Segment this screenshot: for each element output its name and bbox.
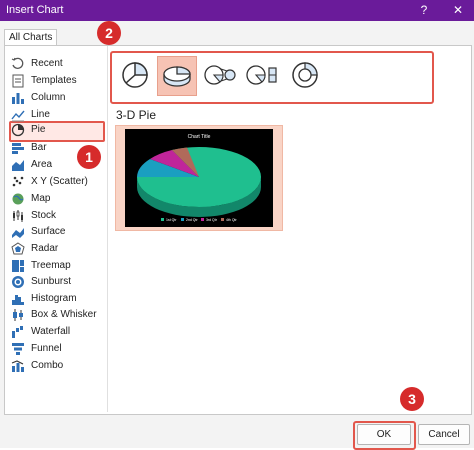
- sidebar-item-label: Funnel: [31, 343, 62, 354]
- sidebar-item-label: Box & Whisker: [31, 309, 97, 320]
- close-button[interactable]: ✕: [448, 2, 468, 19]
- funnel-chart-icon: [12, 343, 24, 355]
- subtype-3d-pie-button[interactable]: [157, 56, 197, 96]
- chart-preview[interactable]: Chart Title 1st Qtr 2nd Qtr 3rd Qtr 4th …: [115, 125, 283, 231]
- bar-chart-icon: [12, 143, 24, 154]
- sunburst-chart-icon: [12, 276, 24, 288]
- treemap-chart-icon: [12, 260, 24, 272]
- column-chart-icon: [12, 93, 24, 104]
- cancel-button[interactable]: Cancel: [418, 424, 470, 445]
- sidebar-item-funnel[interactable]: Funnel: [7, 341, 99, 357]
- legend-label: 4th Qtr: [226, 218, 238, 222]
- sidebar-item-label: Map: [31, 193, 51, 204]
- sidebar-item-treemap[interactable]: Treemap: [7, 258, 99, 274]
- legend-swatch: [221, 218, 224, 221]
- section-title: 3-D Pie: [116, 108, 157, 122]
- sidebar-item-waterfall[interactable]: Waterfall: [7, 324, 99, 340]
- legend-label: 3rd Qtr: [206, 218, 218, 222]
- histogram-chart-icon: [12, 295, 24, 305]
- sidebar-item-histogram[interactable]: Histogram: [7, 291, 99, 307]
- surface-chart-icon: [12, 228, 24, 238]
- sidebar-item-surface[interactable]: Surface: [7, 224, 99, 240]
- map-chart-icon: [12, 193, 24, 205]
- sidebar-item-label: Histogram: [31, 293, 77, 304]
- sidebar-item-label: Column: [31, 92, 66, 103]
- radar-chart-icon: [11, 242, 25, 255]
- legend-label: 1st Qtr: [166, 218, 177, 222]
- sidebar-item-stock[interactable]: Stock: [7, 208, 99, 224]
- step-badge-1: 1: [77, 145, 101, 169]
- sidebar-item-label: X Y (Scatter): [31, 176, 88, 187]
- stock-chart-icon: [13, 210, 23, 222]
- sidebar-item-label: Line: [31, 109, 50, 120]
- pie-of-pie-icon: [204, 65, 236, 85]
- sidebar-item-label: Area: [31, 159, 53, 170]
- step-badge-3: 3: [400, 387, 424, 411]
- box-whisker-chart-icon: [13, 309, 23, 321]
- step-badge-2: 2: [97, 21, 121, 45]
- area-chart-icon: [12, 160, 24, 171]
- sidebar-item-radar[interactable]: Radar: [7, 241, 99, 257]
- sidebar-item-label: Stock: [31, 210, 57, 221]
- pie-chart-icon: [11, 123, 25, 137]
- sidebar-item-label: Waterfall: [31, 326, 71, 337]
- sidebar-item-label: Templates: [31, 75, 77, 86]
- sidebar-item-label: Treemap: [31, 260, 71, 271]
- line-chart-icon: [11, 110, 25, 122]
- tab-all-charts[interactable]: All Charts: [4, 29, 58, 46]
- sidebar-item-map[interactable]: Map: [7, 191, 99, 207]
- legend-swatch: [161, 218, 164, 221]
- sidebar-item-label: Surface: [31, 226, 66, 237]
- subtype-pie-of-pie-button[interactable]: [201, 56, 239, 94]
- preview-chart-title: Chart Title: [188, 134, 211, 140]
- 3d-pie-icon: [163, 66, 191, 87]
- sidebar-item-recent[interactable]: Recent: [7, 56, 99, 72]
- bar-of-pie-icon: [246, 65, 277, 85]
- sidebar-item-line[interactable]: Line: [7, 107, 99, 123]
- sidebar-item-combo[interactable]: Combo: [7, 358, 99, 374]
- ok-button[interactable]: OK: [357, 424, 411, 445]
- sidebar-item-label: Sunburst: [31, 276, 72, 287]
- legend-label: 2nd Qtr: [186, 218, 199, 222]
- preview-chart: Chart Title 1st Qtr 2nd Qtr 3rd Qtr 4th …: [125, 129, 273, 227]
- sidebar-item-templates[interactable]: Templates: [7, 73, 99, 89]
- window-title: Insert Chart: [6, 4, 64, 16]
- legend-swatch: [201, 218, 204, 221]
- sidebar-item-pie[interactable]: Pie: [7, 122, 99, 138]
- doughnut-icon: [292, 62, 318, 88]
- pie-icon: [122, 62, 148, 88]
- recent-icon: [11, 57, 24, 69]
- help-button[interactable]: ?: [414, 2, 434, 19]
- templates-icon: [12, 74, 24, 88]
- sidebar-item-label: Combo: [31, 360, 64, 371]
- sidebar-item-box-whisker[interactable]: Box & Whisker: [7, 307, 99, 323]
- subtype-bar-of-pie-button[interactable]: [243, 56, 281, 94]
- sidebar-item-label: Pie: [31, 124, 46, 135]
- scatter-chart-icon: [12, 176, 24, 187]
- sidebar-item-label: Recent: [31, 58, 63, 69]
- subtype-doughnut-button[interactable]: [286, 56, 324, 94]
- legend-swatch: [181, 218, 184, 221]
- subtype-pie-button[interactable]: [116, 56, 154, 94]
- sidebar-divider: [107, 46, 108, 412]
- sidebar-item-label: Radar: [31, 243, 59, 254]
- title-bar: Insert Chart ? ✕: [0, 0, 474, 21]
- sidebar-item-sunburst[interactable]: Sunburst: [7, 274, 99, 290]
- sidebar-item-label: Bar: [31, 142, 47, 153]
- sidebar-item-scatter[interactable]: X Y (Scatter): [7, 174, 99, 190]
- sidebar-item-column[interactable]: Column: [7, 90, 99, 106]
- waterfall-chart-icon: [12, 326, 23, 338]
- combo-chart-icon: [11, 360, 24, 372]
